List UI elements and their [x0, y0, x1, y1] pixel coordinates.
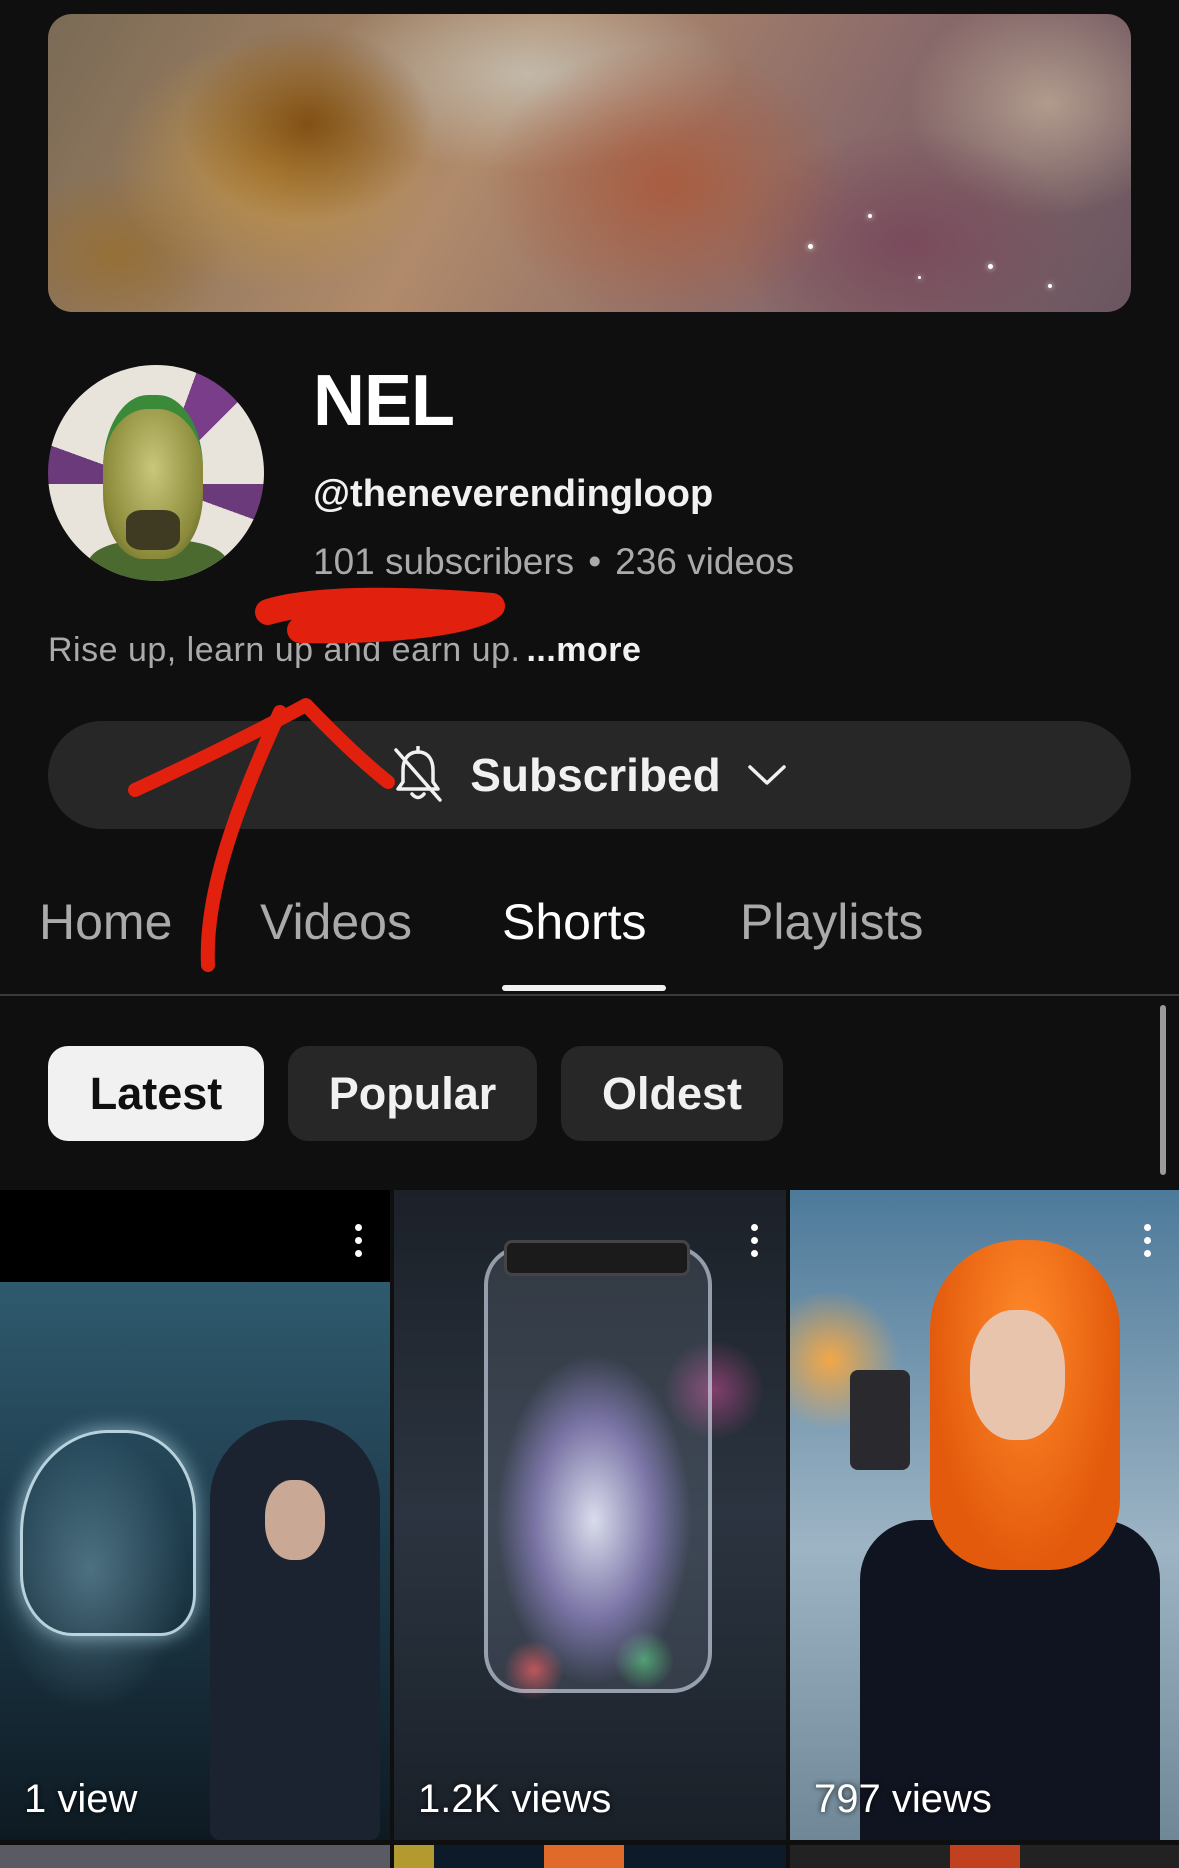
subscribed-label: Subscribed [470, 749, 721, 801]
filter-chip-latest[interactable]: Latest [48, 1046, 264, 1141]
filter-chip-popular[interactable]: Popular [288, 1046, 537, 1141]
tab-videos[interactable]: Videos [260, 893, 412, 951]
tabs-divider [0, 994, 1179, 996]
stats-separator: • [588, 541, 602, 582]
short-thumbnail[interactable]: 797 views [790, 1190, 1179, 1840]
subscriber-count: 101 subscribers [313, 541, 575, 582]
channel-banner [48, 14, 1131, 312]
short-thumbnail-partial[interactable] [0, 1845, 390, 1868]
view-count: 1 view [24, 1777, 138, 1821]
tab-shorts[interactable]: Shorts [502, 893, 647, 951]
thumbnail-art [970, 1310, 1065, 1440]
short-thumbnail[interactable]: 1 view [0, 1190, 390, 1840]
short-thumbnail-partial[interactable] [394, 1845, 786, 1868]
thumbnail-art [850, 1370, 910, 1470]
tab-home[interactable]: Home [39, 893, 172, 951]
video-count: 236 videos [615, 541, 795, 582]
short-thumbnail[interactable]: 1.2K views [394, 1190, 786, 1840]
description-text: Rise up, learn up and earn up. [48, 631, 521, 669]
channel-name: NEL [313, 361, 455, 441]
more-options-icon[interactable] [355, 1224, 362, 1257]
tab-label: Shorts [502, 894, 647, 950]
chip-label: Popular [328, 1067, 497, 1119]
more-options-icon[interactable] [1144, 1224, 1151, 1257]
channel-avatar[interactable] [48, 365, 264, 581]
chip-label: Latest [89, 1067, 223, 1119]
chip-label: Oldest [601, 1067, 743, 1119]
scrollbar[interactable] [1160, 1005, 1166, 1175]
more-options-icon[interactable] [751, 1224, 758, 1257]
tab-label: Videos [260, 894, 412, 950]
tab-playlists[interactable]: Playlists [740, 893, 923, 951]
tab-label: Home [39, 894, 173, 950]
view-count: 797 views [814, 1777, 992, 1821]
chevron-down-icon [748, 765, 786, 785]
selected-tab-indicator [502, 985, 666, 991]
more-link[interactable]: ...more [526, 631, 641, 669]
thumbnail-art [484, 1245, 712, 1693]
short-thumbnail-partial[interactable] [790, 1845, 1179, 1868]
tab-label: Playlists [740, 894, 924, 950]
channel-description[interactable]: Rise up, learn up and earn up. ...more [48, 631, 641, 670]
subscribed-button[interactable]: Subscribed [48, 721, 1131, 829]
bell-off-icon [394, 746, 442, 802]
view-count: 1.2K views [418, 1777, 612, 1821]
thumbnail-art [20, 1430, 196, 1636]
channel-handle: @theneverendingloop [313, 473, 714, 515]
filter-chip-oldest[interactable]: Oldest [561, 1046, 783, 1141]
channel-stats: 101 subscribers • 236 videos [313, 541, 794, 583]
thumbnail-art [265, 1480, 325, 1560]
thumbnail-art [504, 1240, 690, 1276]
